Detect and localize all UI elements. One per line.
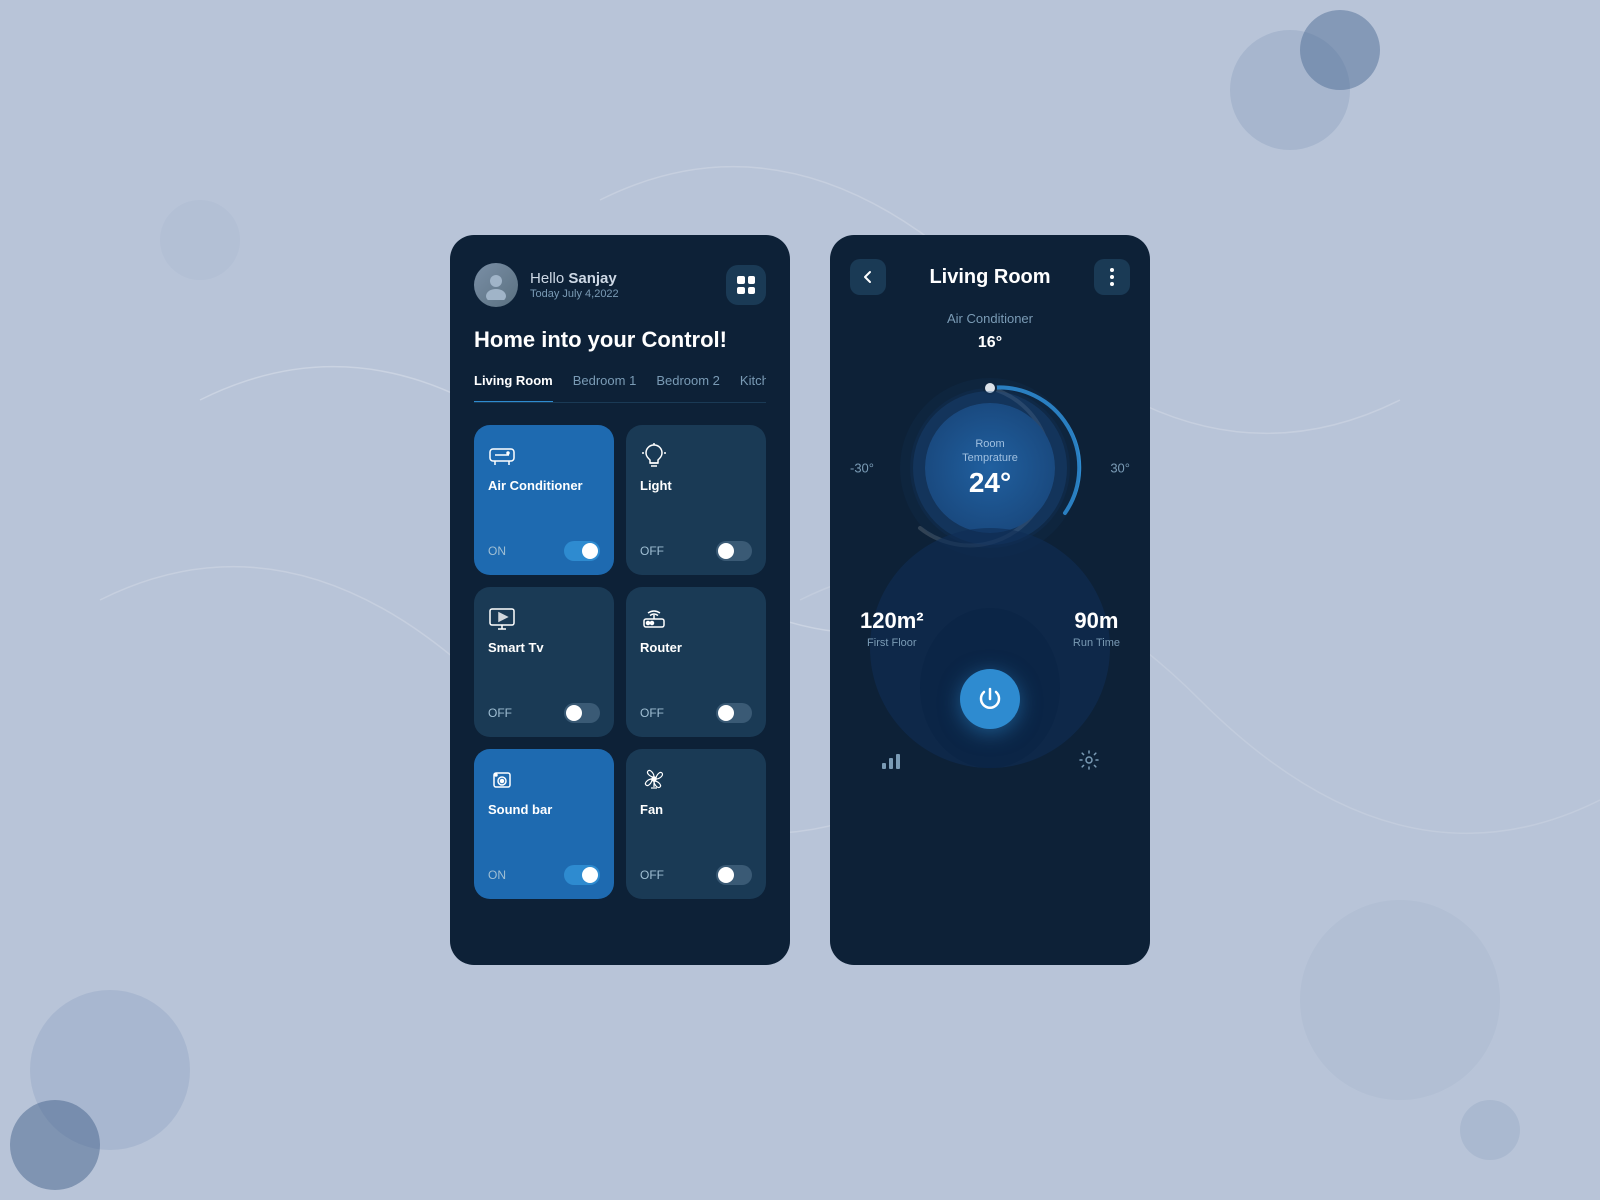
ac-toggle[interactable] <box>564 541 600 561</box>
fan-icon <box>640 765 752 798</box>
more-button[interactable] <box>1094 259 1130 295</box>
tv-footer: OFF <box>488 703 600 723</box>
light-status: OFF <box>640 544 664 558</box>
device-card-router[interactable]: Router OFF <box>626 587 766 737</box>
fan-footer: OFF <box>640 865 752 885</box>
ac-name: Air Conditioner <box>488 478 600 493</box>
dial-inner: Room Temprature 24° <box>925 403 1055 533</box>
header-row: Hello Sanjay Today July 4,2022 <box>474 263 766 307</box>
back-icon <box>860 269 876 285</box>
more-dot-2 <box>1110 275 1114 279</box>
grid-icon <box>737 276 755 294</box>
stat-area-value: 120m² <box>860 608 924 634</box>
soundbar-toggle-knob <box>582 867 598 883</box>
device-grid: Air Conditioner ON Light OFF <box>474 425 766 899</box>
soundbar-toggle[interactable] <box>564 865 600 885</box>
gear-icon <box>1078 749 1100 771</box>
right-title: Living Room <box>929 266 1050 289</box>
fan-toggle-knob <box>718 867 734 883</box>
light-icon <box>640 441 752 474</box>
tab-kitchen[interactable]: Kitchen <box>740 373 766 394</box>
fan-status: OFF <box>640 868 664 882</box>
soundbar-name: Sound bar <box>488 802 600 817</box>
temp-min-label: -30° <box>850 461 874 476</box>
soundbar-icon <box>488 765 600 798</box>
right-panel: Living Room Air Conditioner 16° -30° <box>830 235 1150 965</box>
bottom-section: 120m² First Floor 90m Run Time <box>830 588 1150 801</box>
router-toggle-knob <box>718 705 734 721</box>
device-card-soundbar[interactable]: Sound bar ON <box>474 749 614 899</box>
more-dot-1 <box>1110 268 1114 272</box>
stat-runtime-value: 90m <box>1073 608 1120 634</box>
page-title: Home into your Control! <box>474 327 766 353</box>
temp-max-label: 30° <box>1110 461 1130 476</box>
tv-toggle[interactable] <box>564 703 600 723</box>
device-card-smarttv[interactable]: Smart Tv OFF <box>474 587 614 737</box>
light-footer: OFF <box>640 541 752 561</box>
user-name: Sanjay <box>568 270 616 287</box>
light-toggle[interactable] <box>716 541 752 561</box>
settings-icon[interactable] <box>1078 749 1100 777</box>
stats-row: 120m² First Floor 90m Run Time <box>850 608 1130 649</box>
soundbar-footer: ON <box>488 865 600 885</box>
stat-area: 120m² First Floor <box>860 608 924 649</box>
avatar-image <box>474 263 518 307</box>
tab-bedroom2[interactable]: Bedroom 2 <box>656 373 720 394</box>
stats-icon[interactable] <box>880 749 902 777</box>
ac-footer: ON <box>488 541 600 561</box>
user-text: Hello Sanjay Today July 4,2022 <box>530 270 619 300</box>
right-header: Living Room <box>830 235 1150 311</box>
stat-area-label: First Floor <box>860 637 924 649</box>
soundbar-status: ON <box>488 868 506 882</box>
room-tabs: Living Room Bedroom 1 Bedroom 2 Kitchen … <box>474 373 766 403</box>
stat-runtime-label: Run Time <box>1073 637 1120 649</box>
date-label: Today July 4,2022 <box>530 288 619 300</box>
room-temp-value: 24° <box>969 467 1011 499</box>
temp-top-value: 16° <box>830 334 1150 352</box>
router-status: OFF <box>640 706 664 720</box>
more-dot-3 <box>1110 282 1114 286</box>
router-icon <box>640 603 752 636</box>
fan-toggle[interactable] <box>716 865 752 885</box>
chart-icon <box>880 749 902 771</box>
light-toggle-knob <box>718 543 734 559</box>
tv-status: OFF <box>488 706 512 720</box>
bottom-icons-row <box>850 749 1130 777</box>
tv-toggle-knob <box>566 705 582 721</box>
device-card-fan[interactable]: Fan OFF <box>626 749 766 899</box>
ac-status: ON <box>488 544 506 558</box>
power-button[interactable] <box>960 669 1020 729</box>
avatar <box>474 263 518 307</box>
left-panel: Hello Sanjay Today July 4,2022 Home into… <box>450 235 790 965</box>
back-button[interactable] <box>850 259 886 295</box>
greeting: Hello Sanjay <box>530 270 619 287</box>
stat-runtime: 90m Run Time <box>1073 608 1120 649</box>
ac-icon <box>488 441 600 474</box>
fan-name: Fan <box>640 802 752 817</box>
router-footer: OFF <box>640 703 752 723</box>
router-name: Router <box>640 640 752 655</box>
device-card-ac[interactable]: Air Conditioner ON <box>474 425 614 575</box>
tab-bedroom1[interactable]: Bedroom 1 <box>573 373 637 394</box>
light-name: Light <box>640 478 752 493</box>
router-toggle[interactable] <box>716 703 752 723</box>
device-card-light[interactable]: Light OFF <box>626 425 766 575</box>
power-button-row <box>850 669 1130 729</box>
room-temp-label: Room Temprature <box>962 437 1018 466</box>
ac-device-label: Air Conditioner <box>830 311 1150 326</box>
tv-name: Smart Tv <box>488 640 600 655</box>
power-icon <box>976 685 1004 713</box>
ac-toggle-knob <box>582 543 598 559</box>
user-info: Hello Sanjay Today July 4,2022 <box>474 263 619 307</box>
tv-icon <box>488 603 600 636</box>
tab-living-room[interactable]: Living Room <box>474 373 553 403</box>
grid-view-button[interactable] <box>726 265 766 305</box>
